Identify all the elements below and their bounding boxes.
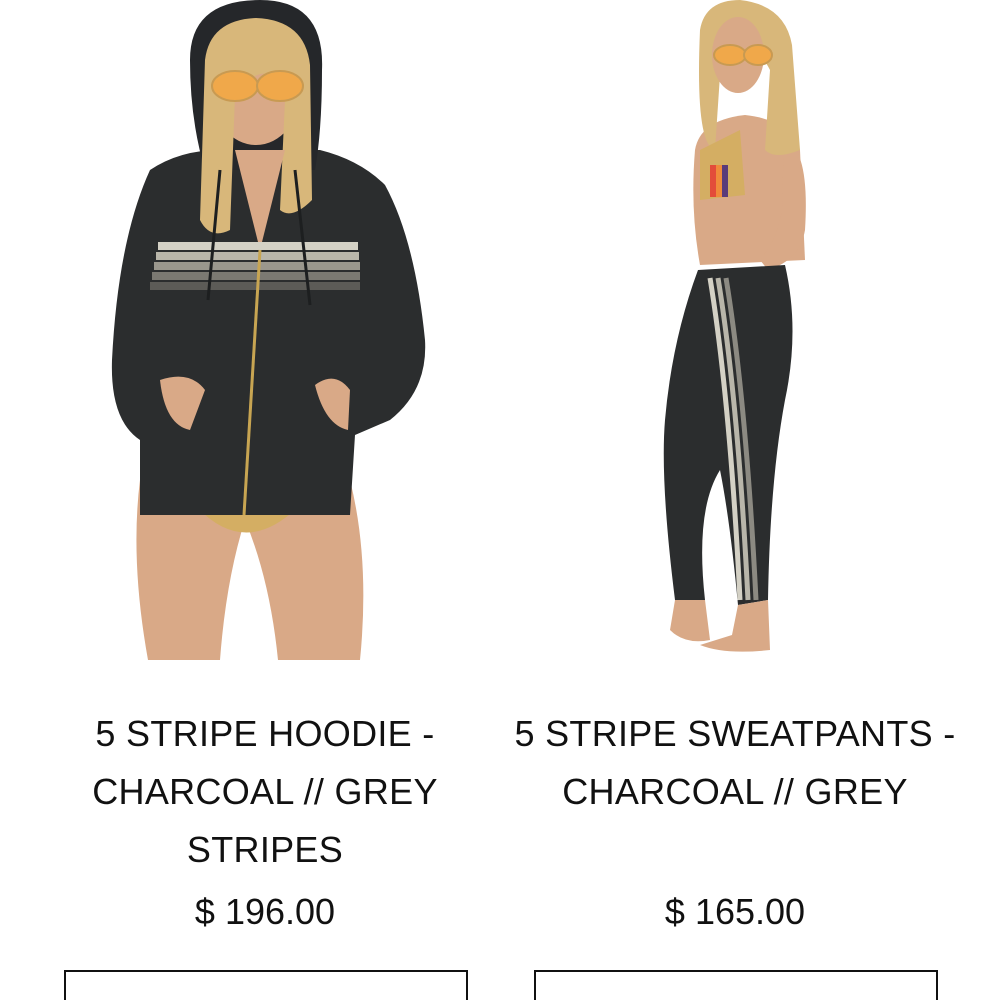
add-to-cart-button[interactable] — [534, 970, 938, 1000]
product-price: $ 196.00 — [194, 891, 336, 932]
product-card[interactable]: 5 STRIPE HOODIE - CHARCOAL // GREY STRIP… — [30, 0, 500, 1000]
product-image[interactable] — [500, 0, 970, 665]
product-card[interactable]: 5 STRIPE SWEATPANTS - CHARCOAL // GREY $… — [500, 0, 970, 1000]
add-to-cart-button[interactable] — [64, 970, 468, 1000]
sweatpants-model-illustration — [663, 0, 806, 652]
product-grid: 5 STRIPE HOODIE - CHARCOAL // GREY STRIP… — [0, 0, 1000, 1000]
product-title[interactable]: 5 STRIPE SWEATPANTS - CHARCOAL // GREY — [500, 705, 970, 821]
product-price: $ 165.00 — [664, 891, 806, 932]
hoodie-model-illustration — [111, 0, 426, 660]
product-title[interactable]: 5 STRIPE HOODIE - CHARCOAL // GREY STRIP… — [30, 705, 500, 879]
product-image[interactable] — [30, 0, 500, 665]
